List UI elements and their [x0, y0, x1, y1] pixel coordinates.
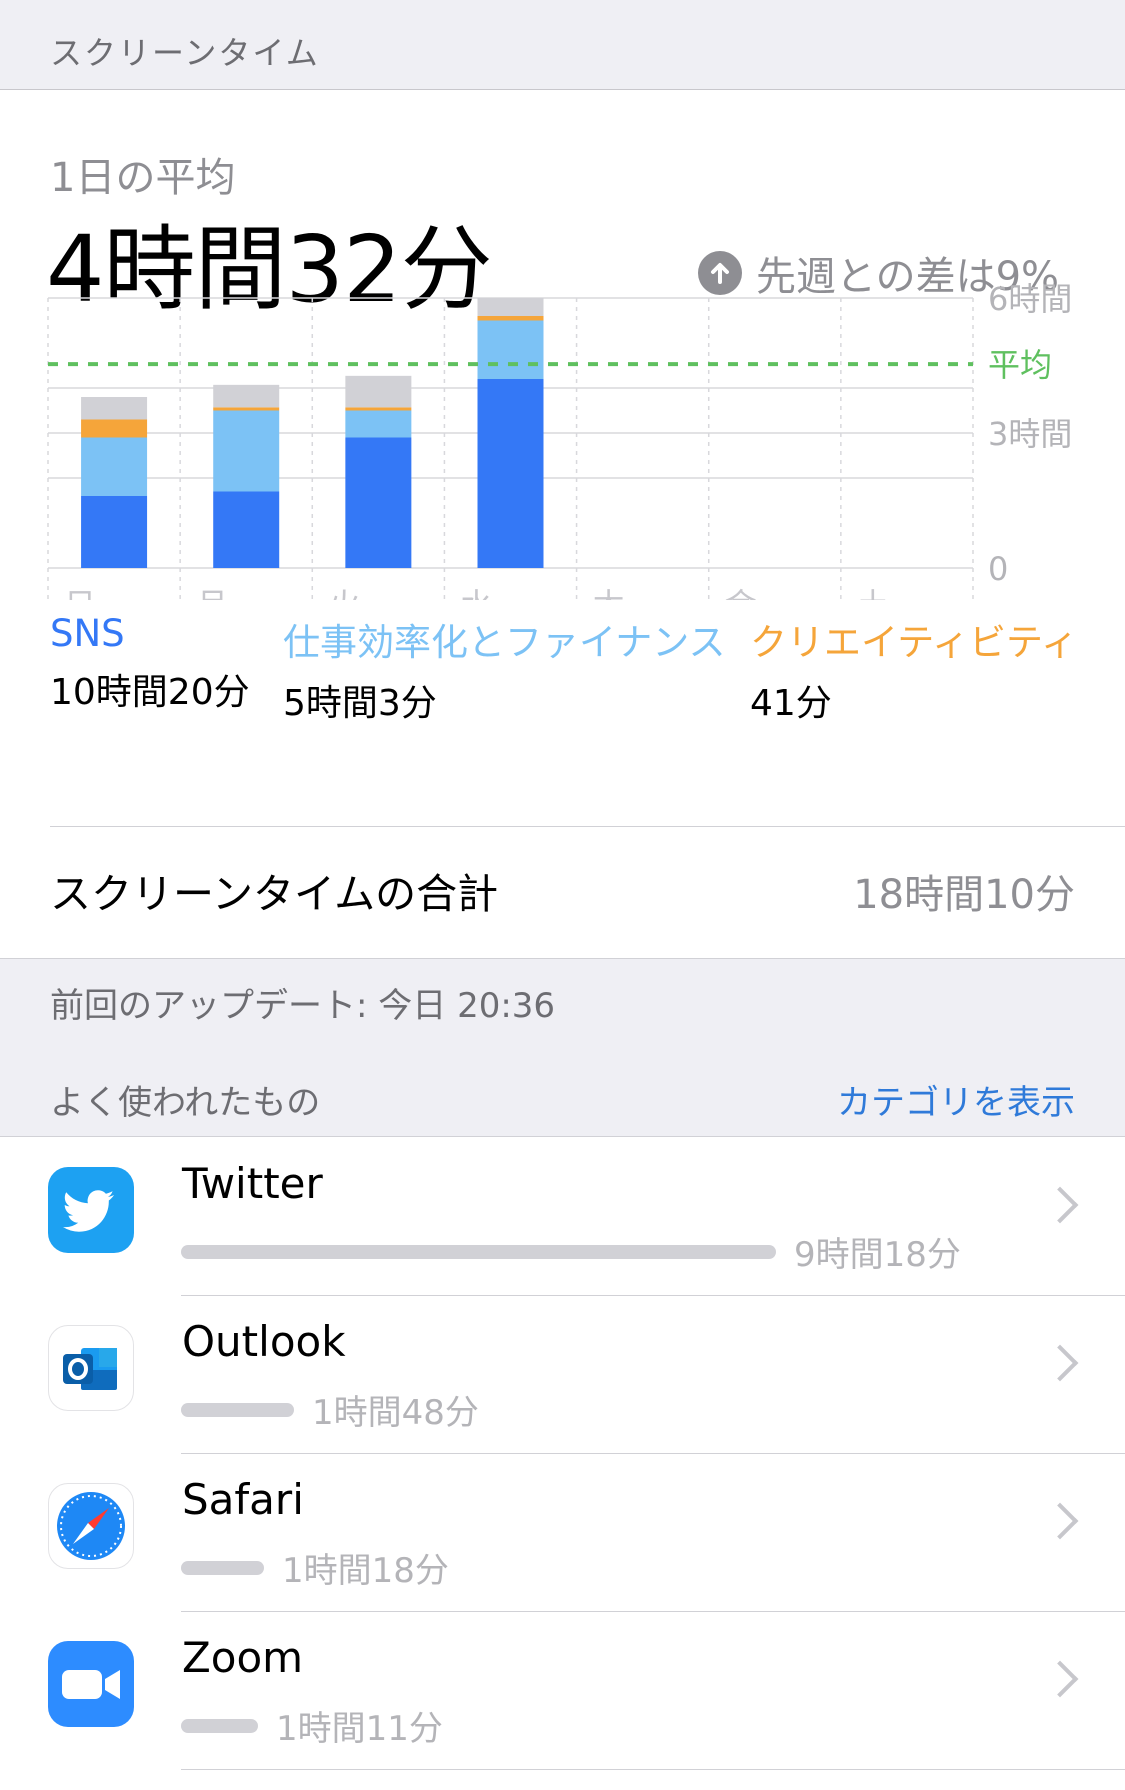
x-tick-label: 月 — [196, 586, 228, 600]
bar-segment — [213, 410, 280, 492]
x-tick-label: 日 — [64, 586, 96, 600]
row-divider — [181, 1769, 1125, 1770]
most-used-title: よく使われたもの — [50, 1083, 321, 1123]
app-row-outlook[interactable]: Outlook 1時間48分 — [0, 1295, 1125, 1453]
bar-segment — [477, 320, 544, 379]
y-tick-label: 6時間 — [988, 280, 1072, 318]
bar-segment — [81, 437, 148, 496]
app-name: Twitter — [182, 1159, 323, 1208]
app-name: Outlook — [182, 1317, 346, 1366]
usage-bar — [181, 1719, 258, 1733]
bar-segment — [213, 407, 280, 411]
x-tick-label: 土 — [857, 586, 889, 600]
x-tick-label: 火 — [328, 586, 360, 600]
y-tick-label: 3時間 — [988, 415, 1072, 453]
chevron-right-icon — [1041, 1660, 1079, 1698]
app-row-twitter[interactable]: Twitter 9時間18分 — [0, 1137, 1125, 1295]
bar-segment — [477, 298, 544, 316]
legend-creativity-value: 41分 — [750, 683, 832, 724]
bar-segment — [477, 316, 544, 321]
x-tick-label: 金 — [725, 586, 757, 600]
bar-segment — [213, 384, 280, 408]
divider — [0, 958, 1125, 959]
show-categories-link[interactable]: カテゴリを表示 — [837, 1075, 1075, 1124]
usage-time: 1時間18分 — [282, 1551, 449, 1591]
bar-segment — [213, 491, 280, 568]
x-tick-label: 木 — [593, 586, 625, 600]
safari-icon — [48, 1483, 134, 1569]
usage-time: 1時間48分 — [312, 1393, 479, 1433]
outlook-icon — [48, 1325, 134, 1411]
legend-productivity-name: 仕事効率化とファイナンス — [283, 621, 726, 664]
bar-segment — [81, 496, 148, 568]
legend-creativity[interactable]: クリエイティビティ 41分 — [750, 612, 1078, 726]
total-label: スクリーンタイムの合計 — [50, 870, 499, 918]
usage-time: 1時間11分 — [276, 1709, 443, 1749]
divider — [50, 826, 1125, 827]
chevron-right-icon — [1041, 1186, 1079, 1224]
bar-segment — [345, 375, 412, 408]
usage-time: 9時間18分 — [794, 1235, 961, 1275]
bar-segment — [81, 397, 148, 420]
section-title: スクリーンタイム — [50, 34, 320, 72]
bar-segment — [345, 437, 412, 568]
app-row-zoom[interactable]: Zoom 1時間11分 — [0, 1611, 1125, 1769]
app-row-safari[interactable]: Safari 1時間18分 — [0, 1453, 1125, 1611]
last-update-text: 前回のアップデート: 今日 20:36 — [50, 986, 556, 1026]
app-name: Safari — [182, 1475, 304, 1524]
legend-creativity-name: クリエイティビティ — [750, 621, 1078, 664]
y-tick-label: 平均 — [988, 346, 1052, 384]
bar-segment — [477, 379, 544, 568]
bar-segment — [345, 407, 412, 411]
y-tick-label: 0 — [988, 550, 1008, 588]
section-header: スクリーンタイム — [0, 0, 1125, 90]
twitter-icon — [48, 1167, 134, 1253]
bar-segment — [81, 419, 148, 438]
chevron-right-icon — [1041, 1344, 1079, 1382]
usage-bar — [181, 1561, 264, 1575]
legend-productivity[interactable]: 仕事効率化とファイナンス 5時間3分 — [283, 612, 726, 726]
legend-sns[interactable]: SNS 10時間20分 — [50, 612, 250, 715]
legend-productivity-value: 5時間3分 — [283, 683, 437, 724]
usage-bar — [181, 1403, 294, 1417]
chevron-right-icon — [1041, 1502, 1079, 1540]
zoom-icon — [48, 1641, 134, 1727]
app-list: Twitter 9時間18分 Outlook 1時間48分 Safari 1時間… — [0, 1136, 1125, 1790]
legend-sns-value: 10時間20分 — [50, 672, 250, 713]
x-tick-label: 水 — [460, 586, 492, 600]
usage-chart[interactable]: 日 月 火 水 木 金 土 6時間平均 3時間 0 — [0, 280, 1125, 600]
app-name: Zoom — [182, 1633, 304, 1682]
usage-bar — [181, 1245, 776, 1259]
total-value: 18時間10分 — [853, 872, 1075, 918]
bar-segment — [345, 410, 412, 438]
summary-card: 1日の平均 4時間32分 先週との差は9% 日月火水木金土6時間平均3時間0 S… — [0, 90, 1125, 958]
legend-sns-name: SNS — [50, 612, 125, 655]
